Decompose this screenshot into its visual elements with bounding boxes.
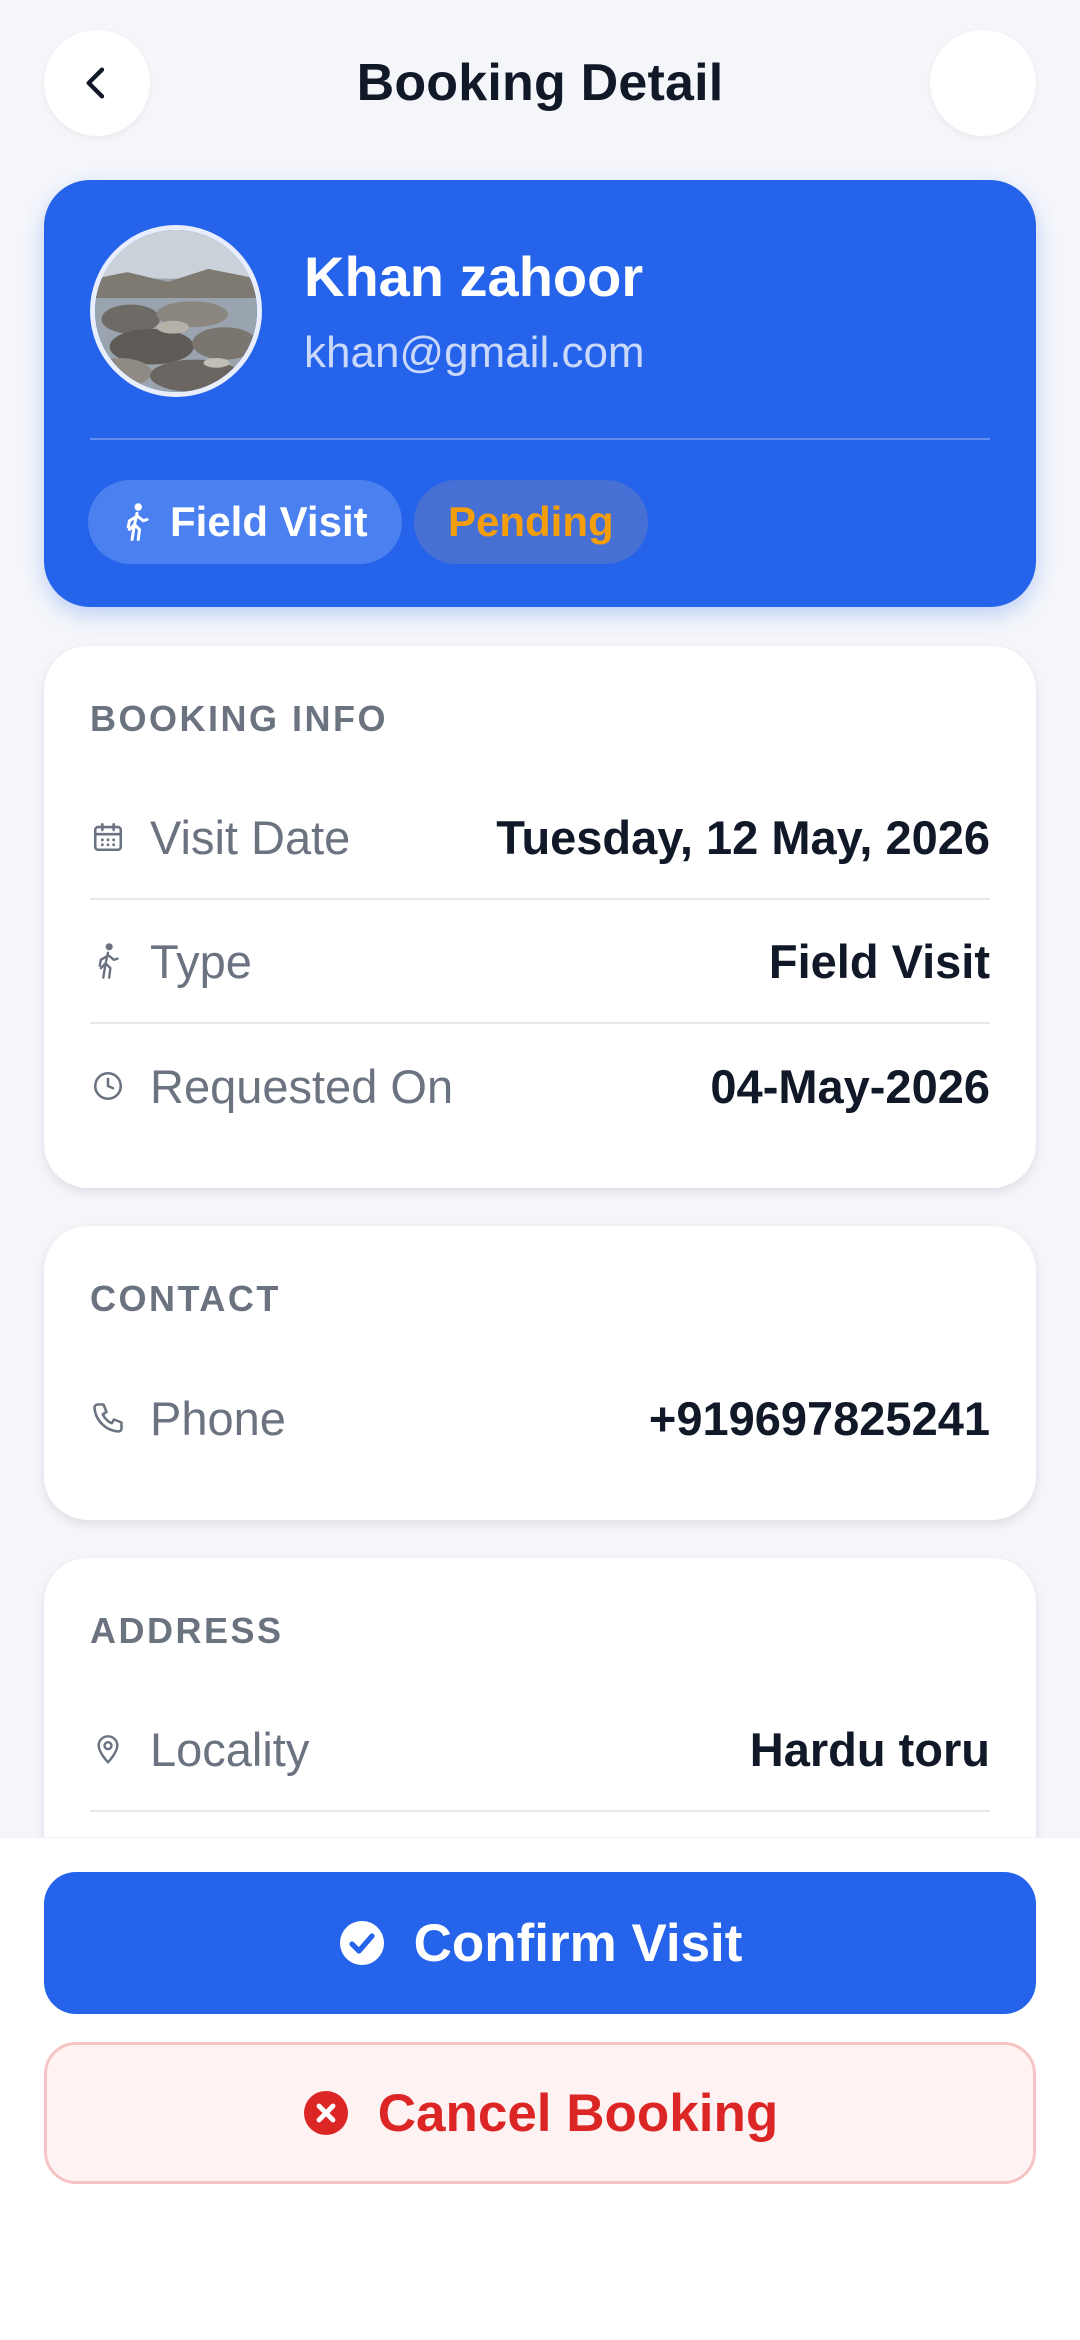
section-title: ADDRESS: [90, 1610, 284, 1651]
info-row-requested-on: Requested On 04-May-2026: [90, 1024, 990, 1148]
profile-card: Khan zahoor khan@gmail.com Field Visit P…: [44, 180, 1036, 607]
profile-name: Khan zahoor: [304, 245, 644, 308]
cancel-booking-label: Cancel Booking: [377, 2083, 779, 2143]
phone-icon: [90, 1400, 126, 1436]
divider: [90, 438, 990, 440]
row-value: Tuesday, 12 May, 2026: [496, 810, 990, 864]
back-button[interactable]: [44, 30, 150, 136]
walking-person-icon: [122, 502, 152, 542]
avatar: [90, 225, 262, 397]
confirm-visit-button[interactable]: Confirm Visit: [44, 1872, 1036, 2014]
cancel-booking-button[interactable]: Cancel Booking: [44, 2042, 1036, 2184]
row-value: Hardu toru: [749, 1722, 990, 1776]
visit-type-label: Field Visit: [170, 498, 368, 545]
row-value: Field Visit: [768, 934, 990, 988]
confirm-visit-label: Confirm Visit: [413, 1913, 743, 1973]
row-label: Requested On: [150, 1059, 454, 1113]
app-header: Booking Detail: [44, 30, 1036, 136]
row-label: Locality: [150, 1722, 310, 1776]
calendar-icon: [90, 819, 126, 855]
address-row-locality: Locality Hardu toru: [90, 1688, 990, 1812]
visit-type-chip: Field Visit: [88, 480, 402, 564]
page-title: Booking Detail: [356, 54, 724, 112]
location-pin-icon: [90, 1731, 126, 1767]
booking-info-card: BOOKING INFO Visit Date Tuesday, 12 May,…: [44, 646, 1036, 1188]
close-circle-icon: [302, 2089, 350, 2137]
info-row-visit-date: Visit Date Tuesday, 12 May, 2026: [90, 776, 990, 900]
section-title: BOOKING INFO: [90, 698, 388, 739]
info-row-type: Type Field Visit: [90, 900, 990, 1024]
walking-person-icon: [90, 943, 126, 979]
row-label: Type: [150, 934, 252, 988]
clock-icon: [90, 1068, 126, 1104]
chevron-left-icon: [86, 67, 105, 99]
row-value: 04-May-2026: [710, 1059, 990, 1113]
header-action-button[interactable]: [929, 30, 1036, 136]
contact-row-phone[interactable]: Phone +919697825241: [90, 1356, 990, 1480]
section-title: CONTACT: [90, 1278, 281, 1319]
check-circle-icon: [338, 1919, 386, 1967]
row-label: Phone: [150, 1391, 286, 1445]
profile-email: khan@gmail.com: [304, 328, 645, 377]
contact-card: CONTACT Phone +919697825241: [44, 1226, 1036, 1520]
row-label: Visit Date: [150, 810, 351, 864]
status-badge: Pending: [414, 480, 648, 564]
booking-detail-screen: Booking Detail Khan zahoor khan@gmail.co…: [0, 0, 1080, 2340]
phone-number[interactable]: +919697825241: [649, 1391, 990, 1446]
